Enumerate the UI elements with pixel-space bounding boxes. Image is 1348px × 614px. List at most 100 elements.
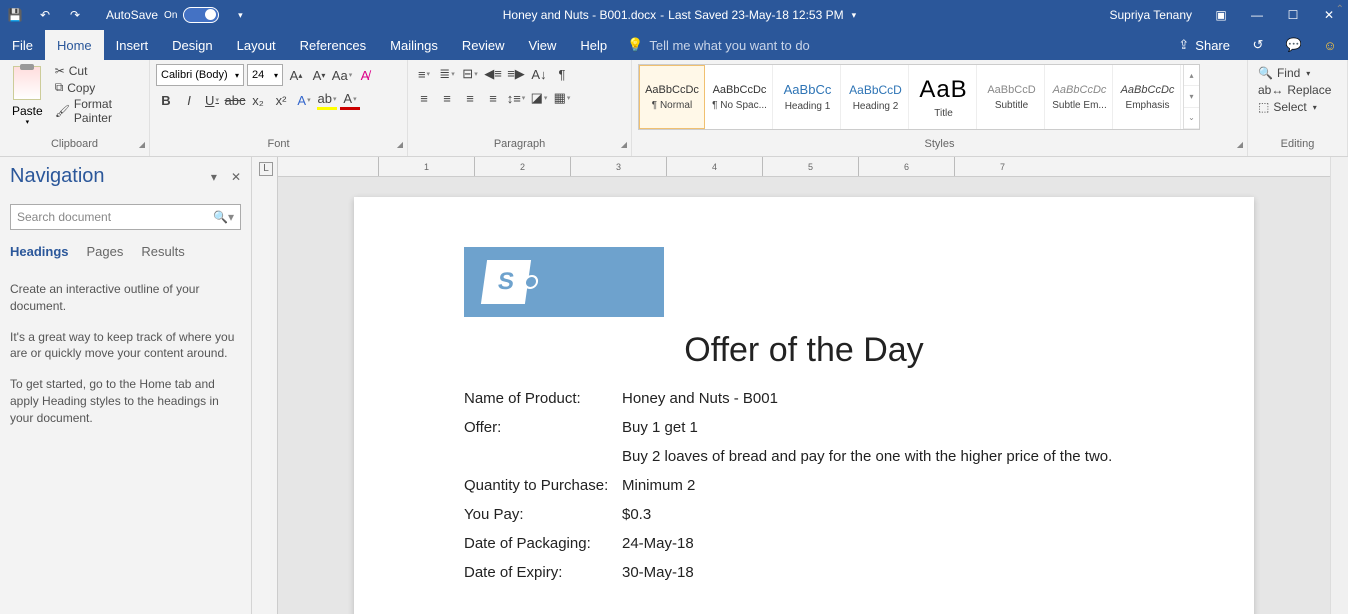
undo-icon[interactable]: ↶	[36, 6, 54, 24]
line-spacing-icon[interactable]: ↕≡	[506, 88, 526, 108]
tab-insert[interactable]: Insert	[104, 30, 161, 60]
ribbon-options-icon[interactable]: ▣	[1214, 8, 1228, 22]
doc-row: You Pay:$0.3	[464, 506, 1144, 523]
cut-button[interactable]: ✂Cut	[55, 64, 143, 78]
font-name-selector[interactable]: Calibri (Body)▾	[156, 64, 244, 86]
tell-me-search[interactable]: 💡 Tell me what you want to do	[627, 30, 810, 60]
nav-tab-results[interactable]: Results	[141, 244, 184, 259]
sort-icon[interactable]: A↓	[529, 64, 549, 84]
styles-launcher-icon[interactable]: ◢	[1237, 140, 1243, 149]
title-dropdown-icon[interactable]: ▾	[852, 10, 857, 21]
sharepoint-logo: S	[464, 247, 664, 317]
select-button[interactable]: ⬚Select▾	[1258, 100, 1331, 114]
nav-tab-headings[interactable]: Headings	[10, 244, 69, 259]
subscript-button[interactable]: x₂	[248, 90, 268, 110]
clear-format-icon[interactable]: A̸	[355, 65, 375, 85]
smiley-icon[interactable]: ☺	[1320, 30, 1340, 60]
tab-references[interactable]: References	[288, 30, 378, 60]
tab-view[interactable]: View	[516, 30, 568, 60]
find-button[interactable]: 🔍Find▾	[1258, 66, 1331, 80]
tab-design[interactable]: Design	[160, 30, 224, 60]
redo-icon[interactable]: ↷	[66, 6, 84, 24]
borders-icon[interactable]: ▦	[552, 88, 572, 108]
tab-home[interactable]: Home	[45, 30, 104, 60]
brush-icon: 🖌	[55, 104, 70, 118]
change-case-icon[interactable]: Aa	[332, 65, 352, 85]
align-right-icon[interactable]: ≡	[460, 88, 480, 108]
toggle-switch-icon[interactable]	[183, 7, 219, 23]
numbering-icon[interactable]: ≣	[437, 64, 457, 84]
qat-customize-icon[interactable]: ▾	[231, 6, 249, 24]
font-color-icon[interactable]: A	[340, 90, 360, 110]
horizontal-ruler[interactable]: 1234567	[278, 157, 1330, 177]
underline-button[interactable]: U	[202, 90, 222, 110]
style-title[interactable]: AaBTitle	[911, 65, 977, 129]
minimize-icon[interactable]: —	[1250, 8, 1264, 22]
copy-button[interactable]: ⧉Copy	[55, 80, 143, 95]
history-icon[interactable]: ↺	[1248, 30, 1268, 60]
style--normal[interactable]: AaBbCcDc¶ Normal	[639, 65, 705, 129]
style--no-spac-[interactable]: AaBbCcDc¶ No Spac...	[707, 65, 773, 129]
collapse-ribbon-icon[interactable]: ⌃	[1336, 4, 1344, 15]
decrease-indent-icon[interactable]: ◀≡	[483, 64, 503, 84]
show-marks-icon[interactable]: ¶	[552, 64, 572, 84]
clipboard-launcher-icon[interactable]: ◢	[139, 140, 145, 149]
comments-icon[interactable]: 💬	[1284, 30, 1304, 60]
maximize-icon[interactable]: ☐	[1286, 8, 1300, 22]
tab-file[interactable]: File	[0, 30, 45, 60]
align-left-icon[interactable]: ≡	[414, 88, 434, 108]
tab-mailings[interactable]: Mailings	[378, 30, 450, 60]
group-editing: 🔍Find▾ ab↔Replace ⬚Select▾ Editing	[1248, 60, 1348, 156]
style-heading-2[interactable]: AaBbCcDHeading 2	[843, 65, 909, 129]
gallery-up-icon[interactable]: ▴	[1184, 65, 1199, 86]
lightbulb-icon: 💡	[627, 37, 643, 53]
multilevel-icon[interactable]: ⊟	[460, 64, 480, 84]
shading-icon[interactable]: ◪	[529, 88, 549, 108]
styles-gallery[interactable]: AaBbCcDc¶ NormalAaBbCcDc¶ No Spac...AaBb…	[638, 64, 1200, 130]
paragraph-launcher-icon[interactable]: ◢	[621, 140, 627, 149]
superscript-button[interactable]: x²	[271, 90, 291, 110]
font-size-selector[interactable]: 24▾	[247, 64, 283, 86]
bold-button[interactable]: B	[156, 90, 176, 110]
style-emphasis[interactable]: AaBbCcDcEmphasis	[1115, 65, 1181, 129]
gallery-down-icon[interactable]: ▾	[1184, 86, 1199, 107]
autosave-toggle[interactable]: AutoSave On	[106, 7, 219, 23]
justify-icon[interactable]: ≡	[483, 88, 503, 108]
italic-button[interactable]: I	[179, 90, 199, 110]
user-name[interactable]: Supriya Tenany	[1110, 8, 1193, 22]
style-heading-1[interactable]: AaBbCcHeading 1	[775, 65, 841, 129]
tab-layout[interactable]: Layout	[225, 30, 288, 60]
style-subtle-em-[interactable]: AaBbCcDcSubtle Em...	[1047, 65, 1113, 129]
align-center-icon[interactable]: ≡	[437, 88, 457, 108]
tab-help[interactable]: Help	[568, 30, 619, 60]
vertical-ruler[interactable]	[252, 157, 278, 614]
title-bar: 💾 ↶ ↷ AutoSave On ▾ Honey and Nuts - B00…	[0, 0, 1348, 30]
shrink-font-icon[interactable]: A▾	[309, 65, 329, 85]
share-icon: ⇪	[1178, 37, 1189, 53]
bullets-icon[interactable]: ≡	[414, 64, 434, 84]
strikethrough-button[interactable]: abc	[225, 90, 245, 110]
gallery-more-icon[interactable]: ⌄	[1184, 108, 1199, 129]
grow-font-icon[interactable]: A▴	[286, 65, 306, 85]
nav-tab-pages[interactable]: Pages	[87, 244, 124, 259]
format-painter-button[interactable]: 🖌Format Painter	[55, 97, 143, 125]
nav-dropdown-icon[interactable]: ▾	[211, 170, 217, 184]
close-icon[interactable]: ✕	[1322, 8, 1336, 22]
ribbon: Paste ▾ ✂Cut ⧉Copy 🖌Format Painter Clipb…	[0, 60, 1348, 157]
document-page[interactable]: S Offer of the Day Name of Product:Honey…	[354, 197, 1254, 614]
replace-button[interactable]: ab↔Replace	[1258, 83, 1331, 97]
save-icon[interactable]: 💾	[6, 6, 24, 24]
font-launcher-icon[interactable]: ◢	[397, 140, 403, 149]
increase-indent-icon[interactable]: ≡▶	[506, 64, 526, 84]
highlight-icon[interactable]: ab	[317, 90, 337, 110]
vertical-scrollbar[interactable]	[1330, 157, 1348, 614]
search-icon: 🔍	[1258, 66, 1273, 80]
style-subtitle[interactable]: AaBbCcDSubtitle	[979, 65, 1045, 129]
paste-button[interactable]: Paste ▾	[6, 64, 49, 128]
share-button[interactable]: ⇪ Share	[1168, 30, 1240, 60]
text-effects-icon[interactable]: A	[294, 90, 314, 110]
replace-icon: ab↔	[1258, 83, 1283, 97]
tab-review[interactable]: Review	[450, 30, 517, 60]
nav-close-icon[interactable]: ✕	[231, 170, 241, 184]
search-input[interactable]: Search document 🔍▾	[10, 204, 241, 230]
